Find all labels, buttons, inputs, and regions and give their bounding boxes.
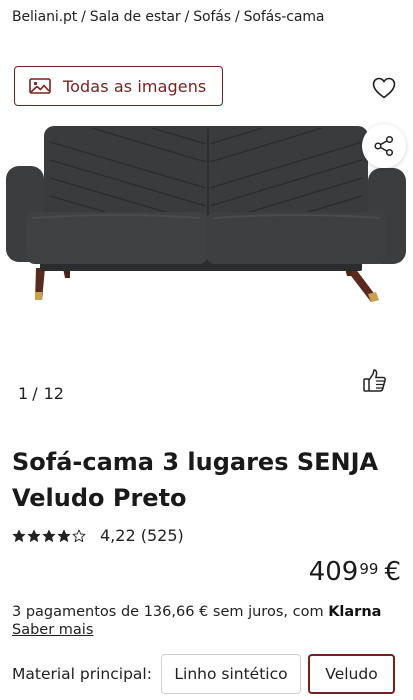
product-price: 409 99 € [309,556,401,588]
product-image[interactable] [0,118,413,318]
share-icon [374,135,394,157]
heart-icon[interactable] [372,77,396,99]
star-icon [42,529,56,542]
financing-provider: Klarna [328,604,382,620]
breadcrumb-separator: / [234,9,240,25]
material-option-linho[interactable]: Linho sintético [161,654,301,694]
product-rating[interactable]: 4,22 (525) [12,526,184,545]
gallery-total: 12 [43,384,64,403]
breadcrumb-item-sofas[interactable]: Sofás [193,9,231,25]
thumbs-up-icon[interactable] [362,368,388,394]
gallery-counter-separator: / [32,384,38,403]
product-title: Sofá-cama 3 lugares SENJA Veludo Preto [12,448,379,512]
material-label: Material principal: [12,665,152,683]
image-icon [29,78,51,94]
star-icon [12,529,26,542]
learn-more-link[interactable]: Saber mais [12,622,93,638]
rating-text: 4,22 (525) [100,526,184,545]
star-icon [57,529,71,542]
sofa-backrest [44,126,368,222]
sofa-seat-cushion-left [26,212,208,264]
financing-text: 3 pagamentos de 136,66 € sem juros, com [12,604,324,620]
gallery-counter: 1/ 12 [18,384,64,403]
price-integer: 409 [308,557,359,587]
sofa-leg-cap [35,292,42,300]
price-decimals: 99 [359,560,379,578]
all-images-label: Todas as imagens [63,76,207,96]
breadcrumb-item-sofa-beds[interactable]: Sofás-cama [244,9,325,25]
rating-stars [12,529,86,543]
breadcrumb-item-home[interactable]: Beliani.pt [12,9,77,25]
breadcrumb-item-living-room[interactable]: Sala de estar [90,9,181,25]
financing-info: 3 pagamentos de 136,66 € sem juros, com … [12,604,381,620]
breadcrumb: Beliani.pt / Sala de estar / Sofás / Sofás-cam… [12,9,325,25]
material-option-veludo[interactable]: Veludo [308,654,395,694]
price-currency: € [384,557,401,587]
star-outline-icon [72,529,86,542]
all-images-button[interactable]: Todas as imagens [14,66,223,106]
share-button[interactable] [362,124,406,168]
star-icon [27,529,41,542]
gallery-current: 1 [18,384,29,403]
breadcrumb-separator: / [184,9,190,25]
breadcrumb-separator: / [81,9,86,25]
sofa-seat-cushion-right [206,212,386,264]
